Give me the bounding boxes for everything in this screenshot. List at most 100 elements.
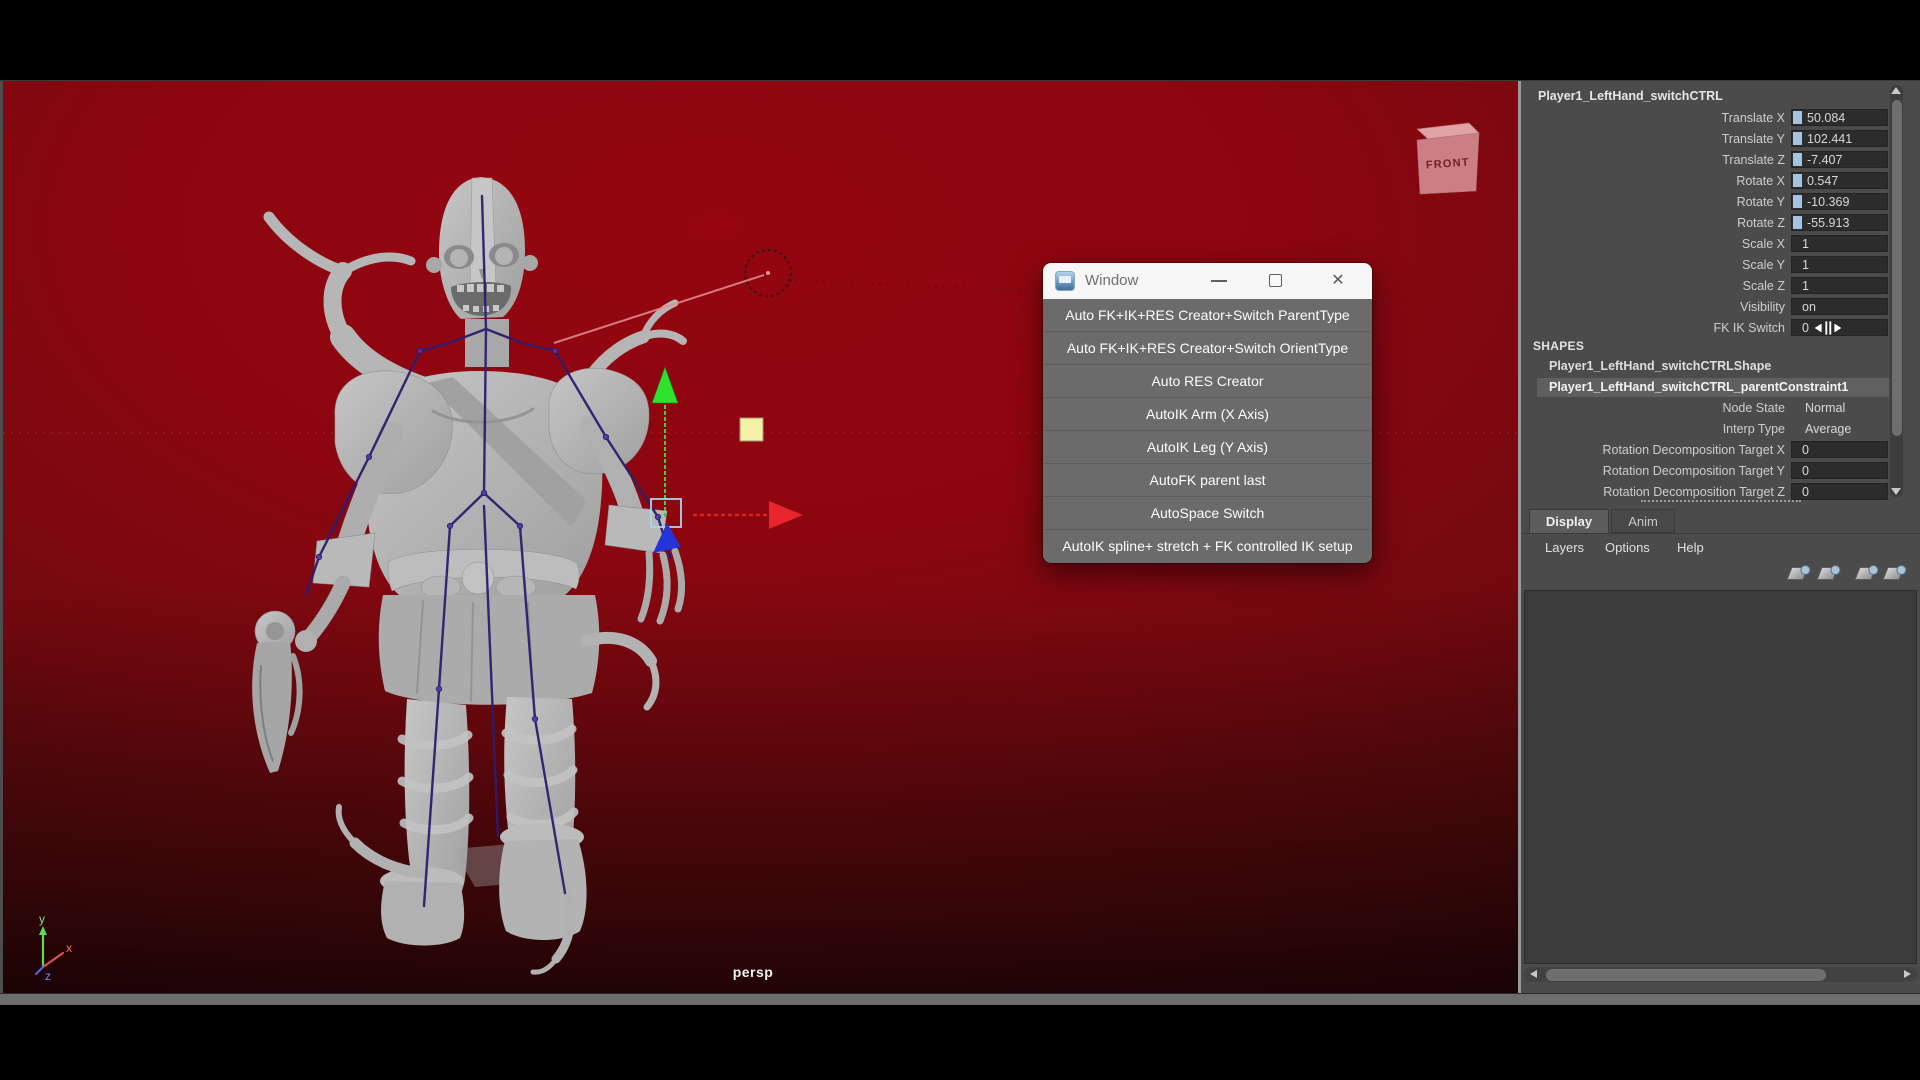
channel-row: Translate X 50.084 (1521, 109, 1920, 129)
scroll-right-icon[interactable] (1904, 970, 1911, 978)
axis-y-label: y (39, 912, 45, 926)
channel-value: 50.084 (1807, 111, 1845, 125)
channel-row: Visibility on (1521, 298, 1920, 318)
channel-label[interactable]: Scale Z (1605, 277, 1785, 295)
window-app-icon (1055, 271, 1075, 291)
menu-layers[interactable]: Layers (1545, 537, 1584, 559)
menu-item-autoik-arm[interactable]: AutoIK Arm (X Axis) (1043, 398, 1372, 431)
channel-value-field[interactable]: -7.407 (1791, 151, 1888, 168)
view-cube[interactable]: FRONT (1417, 123, 1479, 194)
selected-node-name[interactable]: Player1_LeftHand_switchCTRL (1538, 89, 1723, 103)
tool-window[interactable]: Window ✕ Auto FK+IK+RES Creator+Switch P… (1043, 263, 1372, 563)
tab-display[interactable]: Display (1529, 509, 1609, 533)
minimize-icon[interactable] (1211, 280, 1227, 282)
attribute-enum-value[interactable]: Normal (1805, 399, 1845, 417)
x-axis-arrowhead[interactable] (769, 501, 803, 529)
shape-node-item[interactable]: Player1_LeftHand_switchCTRLShape (1549, 359, 1771, 373)
attribute-value-field[interactable]: 0 (1791, 462, 1888, 479)
maximize-icon[interactable] (1269, 274, 1282, 287)
attribute-value-field[interactable]: 0 (1791, 483, 1888, 500)
y-axis-arrowhead[interactable] (652, 367, 678, 403)
channel-value-field[interactable]: 1 (1791, 277, 1888, 294)
channel-value: -10.369 (1807, 195, 1849, 209)
create-layer-from-selected-icon[interactable] (1816, 567, 1838, 580)
channel-label[interactable]: Translate Z (1605, 151, 1785, 169)
channel-value: 1 (1802, 258, 1809, 272)
menu-item-autospace-switch[interactable]: AutoSpace Switch (1043, 497, 1372, 530)
channel-row: Scale Y 1 (1521, 256, 1920, 276)
layer-list-empty[interactable] (1524, 590, 1917, 964)
attribute-value: 0 (1802, 443, 1809, 457)
scroll-left-icon[interactable] (1530, 970, 1537, 978)
menu-item-autofkik-parenttype[interactable]: Auto FK+IK+RES Creator+Switch ParentType (1043, 299, 1372, 332)
channel-label[interactable]: Scale X (1605, 235, 1785, 253)
channel-value-field[interactable]: -10.369 (1791, 193, 1888, 210)
menu-item-auto-res-creator[interactable]: Auto RES Creator (1043, 365, 1372, 398)
scroll-up-icon[interactable] (1891, 87, 1901, 94)
layer-icon-row (1521, 564, 1920, 586)
channel-label[interactable]: Rotate Y (1605, 193, 1785, 211)
attribute-label[interactable]: Rotation Decomposition Target X (1531, 441, 1785, 459)
attribute-value-field[interactable]: 0 (1791, 441, 1888, 458)
attribute-label[interactable]: Node State (1531, 399, 1785, 417)
attribute-label[interactable]: Interp Type (1531, 420, 1785, 438)
channel-value-field[interactable]: 102.441 (1791, 130, 1888, 147)
character-model[interactable] (252, 177, 683, 972)
scrollbar-thumb[interactable] (1546, 969, 1826, 981)
selection-handle-square[interactable] (740, 418, 763, 441)
constraint-row: Interp Type Average (1521, 420, 1920, 440)
channel-label[interactable]: FK IK Switch (1605, 319, 1785, 337)
shape-node-item-selected[interactable]: Player1_LeftHand_switchCTRL_parentConstr… (1537, 378, 1889, 397)
section-splitter-handle[interactable] (1641, 500, 1801, 502)
channel-value-field[interactable]: 1 (1791, 235, 1888, 252)
channel-row: Rotate Y -10.369 (1521, 193, 1920, 213)
channel-value: 102.441 (1807, 132, 1852, 146)
key-indicator (1793, 132, 1802, 145)
menu-help[interactable]: Help (1677, 537, 1704, 559)
channel-label[interactable]: Scale Y (1605, 256, 1785, 274)
attribute-label[interactable]: Rotation Decomposition Target Y (1531, 462, 1785, 480)
character-legs (339, 697, 587, 972)
menu-item-autofk-parent-last[interactable]: AutoFK parent last (1043, 464, 1372, 497)
layer-editor-tabbar: Display Anim (1521, 508, 1920, 534)
add-selected-to-layer-icon[interactable] (1854, 567, 1876, 580)
constraint-row: Rotation Decomposition Target X 0 (1521, 441, 1920, 461)
channel-row: Rotate Z -55.913 (1521, 214, 1920, 234)
close-icon[interactable]: ✕ (1327, 270, 1349, 292)
attribute-value: 0 (1802, 464, 1809, 478)
channel-value: 1 (1802, 279, 1809, 293)
channel-row: Translate Y 102.441 (1521, 130, 1920, 150)
scrollbar-thumb[interactable] (1892, 100, 1902, 436)
horizontal-drag-cursor-icon (1813, 319, 1843, 337)
badge (1800, 565, 1810, 575)
channel-label[interactable]: Rotate Z (1605, 214, 1785, 232)
attribute-enum-value[interactable]: Average (1805, 420, 1851, 438)
channel-box-panel: Player1_LeftHand_switchCTRL Translate X … (1521, 81, 1920, 994)
layer-horizontal-scrollbar[interactable] (1524, 967, 1917, 982)
move-manipulator[interactable] (651, 367, 803, 553)
create-empty-layer-icon[interactable] (1786, 567, 1808, 580)
window-bottom-edge (0, 993, 1920, 1005)
channel-label[interactable]: Rotate X (1605, 172, 1785, 190)
attribute-label[interactable]: Rotation Decomposition Target Z (1531, 483, 1785, 501)
remove-selected-from-layer-icon[interactable] (1882, 567, 1904, 580)
channel-value-field[interactable]: 1 (1791, 256, 1888, 273)
channel-value-field[interactable]: on (1791, 298, 1888, 315)
window-titlebar[interactable]: Window ✕ (1043, 263, 1372, 299)
tab-anim[interactable]: Anim (1611, 509, 1675, 533)
menu-item-autofkik-orienttype[interactable]: Auto FK+IK+RES Creator+Switch OrientType (1043, 332, 1372, 365)
menu-item-autoik-leg[interactable]: AutoIK Leg (Y Axis) (1043, 431, 1372, 464)
channel-label[interactable]: Translate X (1605, 109, 1785, 127)
channel-value: 1 (1802, 237, 1809, 251)
channel-value-field[interactable]: -55.913 (1791, 214, 1888, 231)
menu-options[interactable]: Options (1605, 537, 1650, 559)
left-horn-tentacle (269, 217, 433, 393)
menu-item-autoik-spline[interactable]: AutoIK spline+ stretch + FK controlled I… (1043, 530, 1372, 563)
channel-value-field[interactable]: 50.084 (1791, 109, 1888, 126)
channel-label[interactable]: Translate Y (1605, 130, 1785, 148)
key-indicator (1793, 174, 1802, 187)
main-window: FRONT y x z persp Player1_LeftHand_switc… (0, 80, 1920, 994)
channel-label[interactable]: Visibility (1605, 298, 1785, 316)
channel-value-field[interactable]: 0.547 (1791, 172, 1888, 189)
key-indicator (1793, 153, 1802, 166)
